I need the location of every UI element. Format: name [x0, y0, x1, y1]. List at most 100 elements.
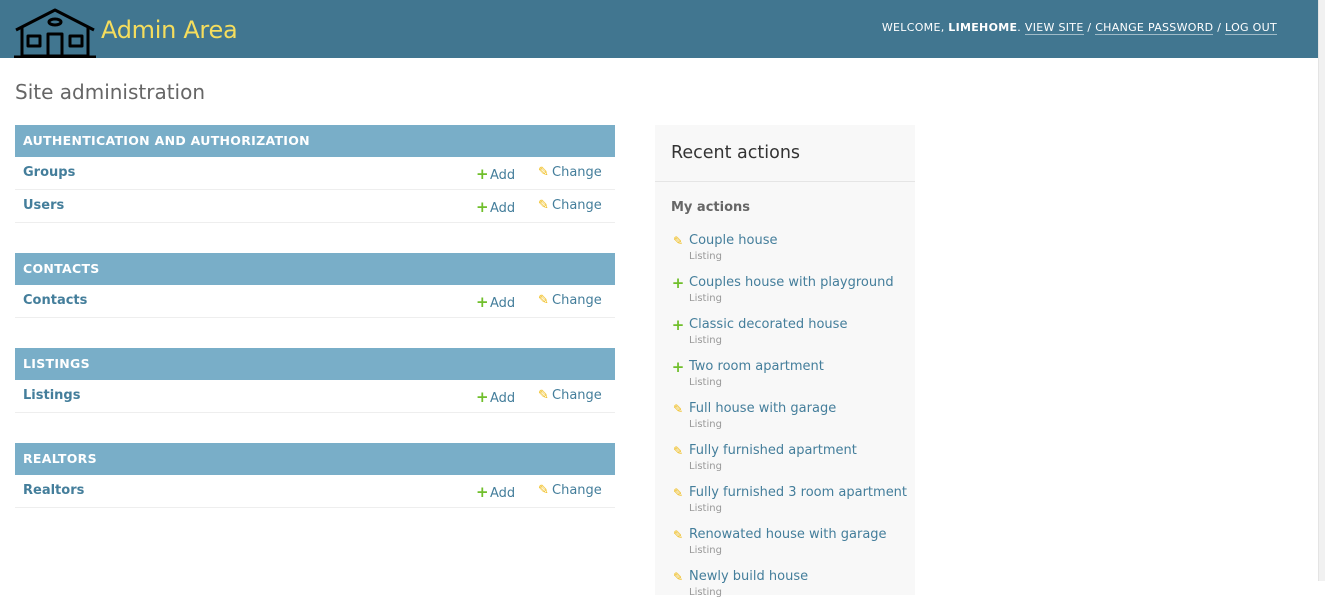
add-label: Add [490, 296, 516, 311]
recent-actions-title: Recent actions [655, 125, 915, 182]
action-type-label: Listing [689, 419, 722, 430]
add-label: Add [490, 486, 516, 501]
action-type-label: Listing [689, 377, 722, 388]
change-button[interactable]: ✎ Change [538, 198, 602, 213]
scrollbar[interactable] [1318, 0, 1325, 581]
plus-icon: + [476, 293, 489, 311]
change-password-link[interactable]: CHANGE PASSWORD [1095, 21, 1214, 35]
action-link[interactable]: Newly build house [689, 569, 808, 584]
module-caption[interactable]: REALTORS [15, 443, 615, 475]
action-type-label: Listing [689, 335, 722, 346]
action-type-label: Listing [689, 545, 722, 556]
pencil-icon: ✎ [538, 483, 549, 498]
list-item: ✎ Newly build house Listing [671, 569, 911, 611]
pencil-icon: ✎ [672, 570, 684, 584]
pencil-icon: ✎ [672, 402, 684, 416]
module-caption[interactable]: AUTHENTICATION AND AUTHORIZATION [15, 125, 615, 157]
module-auth: AUTHENTICATION AND AUTHORIZATION Groups … [15, 125, 615, 223]
model-link-users[interactable]: Users [23, 198, 64, 213]
header: Admin Area WELCOME, LIMEHOME. VIEW SITE … [0, 0, 1318, 58]
list-item: ✎ Fully furnished 3 room apartment Listing [671, 485, 911, 527]
list-item: ✎ Renowated house with garage Listing [671, 527, 911, 569]
separator: / [1087, 21, 1092, 34]
action-type-label: Listing [689, 293, 722, 304]
change-label: Change [552, 388, 602, 403]
module-caption[interactable]: CONTACTS [15, 253, 615, 285]
action-link[interactable]: Couples house with playground [689, 275, 894, 290]
change-button[interactable]: ✎ Change [538, 293, 602, 308]
add-button[interactable]: +Add [476, 293, 515, 311]
pencil-icon: ✎ [538, 388, 549, 403]
house-logo-icon[interactable] [14, 8, 96, 58]
model-link-contacts[interactable]: Contacts [23, 293, 87, 308]
page-title: Site administration [15, 80, 206, 104]
plus-icon: + [476, 165, 489, 183]
add-button[interactable]: +Add [476, 388, 515, 406]
action-type-label: Listing [689, 587, 722, 598]
table-row: Contacts +Add ✎ Change [15, 285, 615, 318]
add-label: Add [490, 201, 516, 216]
change-label: Change [552, 198, 602, 213]
action-link[interactable]: Two room apartment [689, 359, 824, 374]
action-link[interactable]: Full house with garage [689, 401, 836, 416]
view-site-link[interactable]: VIEW SITE [1024, 21, 1084, 35]
plus-icon: + [476, 198, 489, 216]
list-item: + Two room apartment Listing [671, 358, 911, 401]
table-row: Listings +Add ✎ Change [15, 380, 615, 413]
change-button[interactable]: ✎ Change [538, 388, 602, 403]
add-button[interactable]: +Add [476, 165, 515, 183]
action-type-label: Listing [689, 461, 722, 472]
plus-icon: + [671, 358, 685, 376]
brand-title[interactable]: Admin Area [101, 16, 238, 44]
action-type-label: Listing [689, 503, 722, 514]
list-item: ✎ Full house with garage Listing [671, 401, 911, 443]
separator: / [1217, 21, 1222, 34]
list-item: ✎ Couple house Listing [671, 233, 911, 275]
change-button[interactable]: ✎ Change [538, 165, 602, 180]
plus-icon: + [671, 316, 685, 334]
username: LIMEHOME [948, 21, 1018, 34]
module-contacts: CONTACTS Contacts +Add ✎ Change [15, 253, 615, 318]
model-link-realtors[interactable]: Realtors [23, 483, 84, 498]
add-label: Add [490, 168, 516, 183]
model-link-groups[interactable]: Groups [23, 165, 75, 180]
model-link-listings[interactable]: Listings [23, 388, 80, 403]
pencil-icon: ✎ [672, 486, 684, 500]
pencil-icon: ✎ [672, 234, 684, 248]
recent-actions-panel: Recent actions My actions ✎ Couple house L… [655, 125, 915, 598]
module-caption[interactable]: LISTINGS [15, 348, 615, 380]
list-item: + Couples house with playground Listing [671, 274, 911, 317]
change-label: Change [552, 293, 602, 308]
pencil-icon: ✎ [538, 293, 549, 308]
module-realtors: REALTORS Realtors +Add ✎ Change [15, 443, 615, 508]
action-link[interactable]: Renowated house with garage [689, 527, 887, 542]
action-type-label: Listing [689, 251, 722, 262]
action-list: ✎ Couple house Listing + Couples house with … [671, 233, 911, 611]
pencil-icon: ✎ [538, 165, 549, 180]
change-label: Change [552, 483, 602, 498]
action-link[interactable]: Couple house [689, 233, 777, 248]
my-actions-heading: My actions [671, 200, 751, 215]
pencil-icon: ✎ [538, 198, 549, 213]
plus-icon: + [671, 274, 685, 292]
add-button[interactable]: +Add [476, 483, 515, 501]
table-row: Groups +Add ✎ Change [15, 157, 615, 190]
welcome-text: WELCOME, [881, 21, 945, 34]
module-listings: LISTINGS Listings +Add ✎ Change [15, 348, 615, 413]
table-row: Users +Add ✎ Change [15, 190, 615, 223]
action-link[interactable]: Fully furnished apartment [689, 443, 857, 458]
change-label: Change [552, 165, 602, 180]
user-tools: WELCOME, LIMEHOME. VIEW SITE / CHANGE PA… [881, 21, 1277, 35]
pencil-icon: ✎ [672, 444, 684, 458]
add-label: Add [490, 391, 516, 406]
table-row: Realtors +Add ✎ Change [15, 475, 615, 508]
list-item: ✎ Fully furnished apartment Listing [671, 443, 911, 485]
list-item: + Classic decorated house Listing [671, 316, 911, 359]
plus-icon: + [476, 483, 489, 501]
add-button[interactable]: +Add [476, 198, 515, 216]
plus-icon: + [476, 388, 489, 406]
change-button[interactable]: ✎ Change [538, 483, 602, 498]
log-out-link[interactable]: LOG OUT [1225, 21, 1277, 35]
action-link[interactable]: Classic decorated house [689, 317, 847, 332]
action-link[interactable]: Fully furnished 3 room apartment [689, 485, 907, 500]
